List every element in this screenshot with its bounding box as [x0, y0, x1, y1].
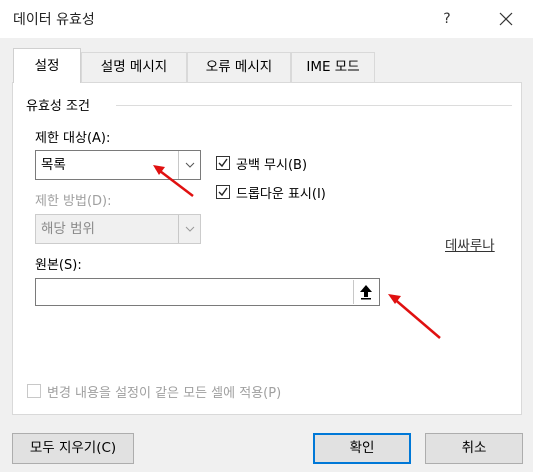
arrow-icon — [153, 165, 194, 197]
cancel-button[interactable]: 취소 — [425, 433, 523, 464]
arrow-icon — [388, 294, 441, 339]
ok-button[interactable]: 확인 — [313, 433, 411, 464]
tab-settings[interactable]: 설정 — [13, 48, 81, 83]
clear-all-button[interactable]: 모두 지우기(C) — [12, 433, 134, 464]
